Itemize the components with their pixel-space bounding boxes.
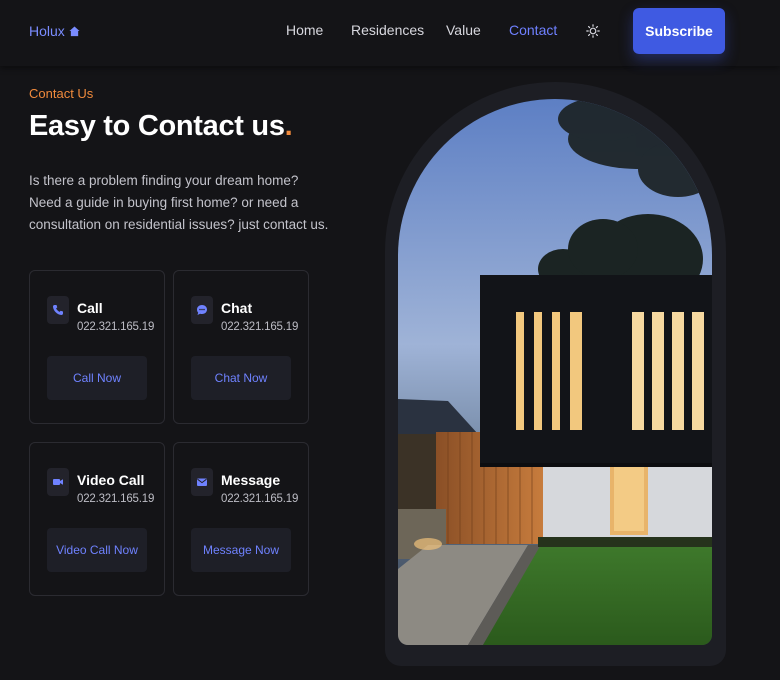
nav-residences[interactable]: Residences (351, 22, 424, 38)
card-number: 022.321.165.19 (221, 493, 299, 505)
house-photo (398, 99, 712, 645)
card-title: Video Call (77, 472, 145, 488)
video-icon (53, 479, 63, 485)
card-number: 022.321.165.19 (77, 321, 155, 333)
phone-icon-box (47, 296, 69, 324)
phone-icon (53, 305, 63, 315)
nav-home[interactable]: Home (286, 22, 323, 38)
contact-card-call: Call 022.321.165.19 Call Now (29, 270, 165, 424)
logo-text: Holux (29, 23, 65, 39)
nav-contact[interactable]: Contact (509, 22, 557, 38)
call-now-button[interactable]: Call Now (47, 356, 147, 400)
card-number: 022.321.165.19 (221, 321, 299, 333)
mail-icon (197, 478, 207, 486)
card-title: Chat (221, 300, 253, 316)
contact-card-video-call: Video Call 022.321.165.19 Video Call Now (29, 442, 165, 596)
card-title: Message (221, 472, 281, 488)
nav-value[interactable]: Value (446, 22, 481, 38)
home-icon (69, 25, 80, 36)
chat-now-button[interactable]: Chat Now (191, 356, 291, 400)
chat-icon (197, 305, 207, 315)
section-description: Is there a problem finding your dream ho… (29, 173, 329, 232)
sun-icon (586, 24, 600, 38)
logo[interactable]: Holux (29, 23, 80, 39)
chat-icon-box (191, 296, 213, 324)
contact-card-chat: Chat 022.321.165.19 Chat Now (173, 270, 309, 424)
page-title: Easy to Contact us. (29, 110, 293, 143)
house-illustration (398, 99, 712, 645)
video-call-now-button[interactable]: Video Call Now (47, 528, 147, 572)
mail-icon-box (191, 468, 213, 496)
section-eyebrow: Contact Us (29, 86, 94, 101)
headline-dot: . (284, 110, 293, 142)
headline-text: Easy to Contact us (29, 110, 285, 142)
contact-card-message: Message 022.321.165.19 Message Now (173, 442, 309, 596)
theme-toggle[interactable] (586, 24, 600, 43)
site-header: Holux Home Residences Value Contact Subs… (0, 0, 780, 66)
video-icon-box (47, 468, 69, 496)
card-title: Call (77, 300, 103, 316)
card-number: 022.321.165.19 (77, 493, 155, 505)
contact-image-frame (385, 82, 726, 666)
message-now-button[interactable]: Message Now (191, 528, 291, 572)
subscribe-button[interactable]: Subscribe (633, 8, 725, 54)
